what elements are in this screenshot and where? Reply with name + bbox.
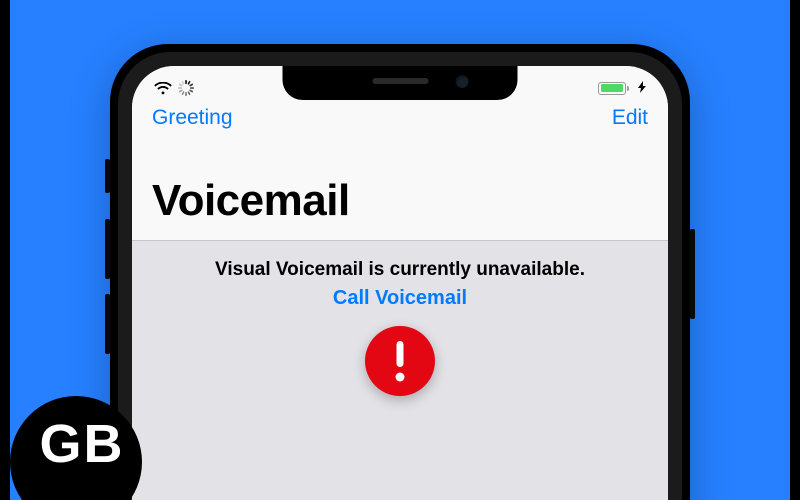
front-camera <box>455 75 468 88</box>
volume-up-button <box>105 219 110 279</box>
error-message: Visual Voicemail is currently unavailabl… <box>132 259 668 281</box>
power-button <box>690 229 695 319</box>
charging-bolt-icon <box>638 81 646 96</box>
site-border-left <box>0 0 10 500</box>
notch <box>283 66 518 100</box>
loading-spinner-icon <box>178 80 194 96</box>
edit-button[interactable]: Edit <box>612 106 648 130</box>
page-title: Voicemail <box>152 176 350 226</box>
phone-screen: Greeting Edit Voicemail Visual Voicemail… <box>132 66 668 500</box>
greeting-button[interactable]: Greeting <box>152 106 233 130</box>
battery-icon <box>598 82 629 95</box>
volume-down-button <box>105 294 110 354</box>
phone-frame: Greeting Edit Voicemail Visual Voicemail… <box>110 44 690 500</box>
speaker-grille <box>372 78 428 84</box>
wifi-icon <box>154 82 172 95</box>
call-voicemail-link[interactable]: Call Voicemail <box>132 287 668 310</box>
site-border-right <box>790 0 800 500</box>
mute-switch <box>105 159 110 193</box>
alert-icon <box>365 326 435 396</box>
gb-logo-text: GB <box>40 413 125 475</box>
content-area: Visual Voicemail is currently unavailabl… <box>132 241 668 500</box>
